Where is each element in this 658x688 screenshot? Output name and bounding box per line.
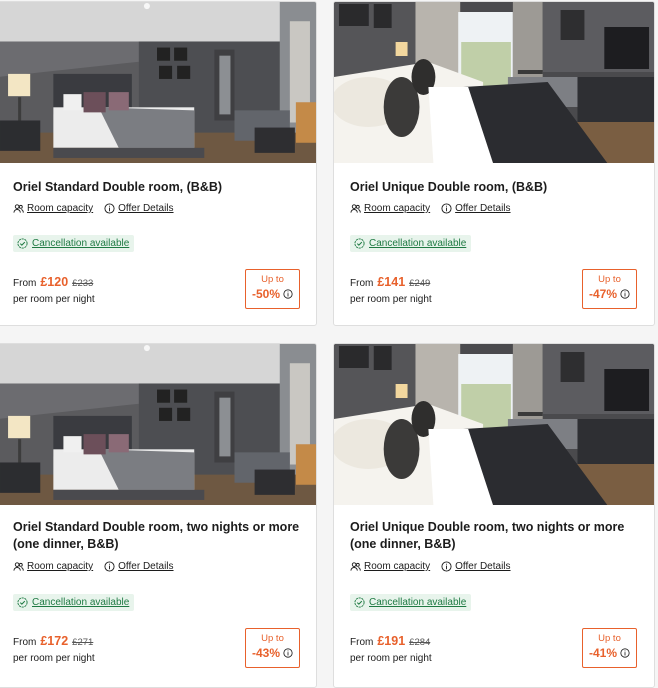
offer-details-link[interactable]: Offer Details	[104, 203, 174, 214]
discount-percentage: -43%	[246, 645, 299, 661]
room-links: Room capacity Offer Details	[350, 203, 522, 214]
cancellation-badge[interactable]: Cancellation available	[13, 235, 135, 252]
original-price: £284	[409, 637, 431, 648]
price-row: From £141 £249	[350, 275, 430, 289]
cancellation-badge[interactable]: Cancellation available	[350, 594, 472, 611]
cancellation-label: Cancellation available	[32, 597, 130, 608]
discount-value: -43%	[251, 646, 280, 660]
room-title[interactable]: Oriel Standard Double room, two nights o…	[13, 519, 306, 553]
offer-details-link[interactable]: Offer Details	[441, 203, 511, 214]
room-card[interactable]: Oriel Standard Double room, two nights o…	[0, 343, 317, 688]
room-capacity-link[interactable]: Room capacity	[350, 203, 430, 214]
info-icon	[104, 203, 115, 214]
people-icon	[350, 561, 361, 572]
info-icon[interactable]	[620, 289, 630, 299]
up-to-label: Up to	[261, 274, 284, 285]
cancellation-badge[interactable]: Cancellation available	[13, 594, 135, 611]
original-price: £271	[72, 637, 94, 648]
original-price: £249	[409, 278, 431, 289]
up-to-label: Up to	[598, 633, 621, 644]
per-room-label: per room per night	[350, 653, 432, 664]
from-label: From	[350, 278, 374, 289]
room-links: Room capacity Offer Details	[13, 203, 185, 214]
discount-percentage: -50%	[246, 286, 299, 302]
price-row: From £172 £271	[13, 634, 93, 648]
up-to-label: Up to	[598, 274, 621, 285]
price-row: From £120 £233	[13, 275, 93, 289]
current-price: £172	[40, 634, 69, 648]
room-title[interactable]: Oriel Unique Double room, (B&B)	[350, 179, 644, 196]
room-title[interactable]: Oriel Standard Double room, (B&B)	[13, 179, 306, 196]
room-capacity-label: Room capacity	[364, 561, 431, 572]
current-price: £120	[40, 275, 69, 289]
price-row: From £191 £284	[350, 634, 430, 648]
from-label: From	[350, 637, 374, 648]
cancellation-badge[interactable]: Cancellation available	[350, 235, 472, 252]
room-card[interactable]: Oriel Unique Double room, two nights or …	[333, 343, 655, 688]
room-capacity-link[interactable]: Room capacity	[13, 561, 93, 572]
from-label: From	[13, 278, 37, 289]
discount-percentage: -41%	[583, 645, 636, 661]
offer-details-label: Offer Details	[118, 561, 174, 572]
standard-room-photo[interactable]	[0, 2, 316, 163]
per-room-label: per room per night	[13, 294, 95, 305]
offer-details-link[interactable]: Offer Details	[104, 561, 174, 572]
people-icon	[13, 561, 24, 572]
room-capacity-label: Room capacity	[27, 561, 94, 572]
check-shield-icon	[17, 238, 28, 249]
from-label: From	[13, 637, 37, 648]
offer-details-link[interactable]: Offer Details	[441, 561, 511, 572]
discount-percentage: -47%	[583, 286, 636, 302]
offer-details-label: Offer Details	[455, 203, 511, 214]
standard-room-photo[interactable]	[0, 344, 316, 505]
discount-value: -41%	[588, 646, 617, 660]
cancellation-label: Cancellation available	[369, 238, 467, 249]
info-icon	[441, 561, 452, 572]
room-capacity-link[interactable]: Room capacity	[350, 561, 430, 572]
room-title[interactable]: Oriel Unique Double room, two nights or …	[350, 519, 644, 553]
offer-details-label: Offer Details	[118, 203, 174, 214]
discount-badge[interactable]: Up to -41%	[582, 628, 637, 668]
up-to-label: Up to	[261, 633, 284, 644]
info-icon	[104, 561, 115, 572]
unique-room-photo[interactable]	[334, 344, 654, 505]
original-price: £233	[72, 278, 94, 289]
room-capacity-link[interactable]: Room capacity	[13, 203, 93, 214]
people-icon	[13, 203, 24, 214]
room-offer-grid: Oriel Standard Double room, (B&B) Room c…	[0, 0, 658, 688]
check-shield-icon	[354, 238, 365, 249]
unique-room-photo[interactable]	[334, 2, 654, 163]
room-links: Room capacity Offer Details	[350, 561, 522, 572]
cancellation-label: Cancellation available	[32, 238, 130, 249]
offer-details-label: Offer Details	[455, 561, 511, 572]
current-price: £191	[377, 634, 406, 648]
info-icon[interactable]	[620, 648, 630, 658]
cancellation-label: Cancellation available	[369, 597, 467, 608]
discount-badge[interactable]: Up to -43%	[245, 628, 300, 668]
room-card[interactable]: Oriel Unique Double room, (B&B) Room cap…	[333, 1, 655, 326]
per-room-label: per room per night	[13, 653, 95, 664]
check-shield-icon	[354, 597, 365, 608]
people-icon	[350, 203, 361, 214]
room-capacity-label: Room capacity	[364, 203, 431, 214]
room-links: Room capacity Offer Details	[13, 561, 185, 572]
room-capacity-label: Room capacity	[27, 203, 94, 214]
discount-value: -50%	[251, 287, 280, 301]
discount-badge[interactable]: Up to -47%	[582, 269, 637, 309]
per-room-label: per room per night	[350, 294, 432, 305]
discount-badge[interactable]: Up to -50%	[245, 269, 300, 309]
current-price: £141	[377, 275, 406, 289]
info-icon[interactable]	[283, 289, 293, 299]
check-shield-icon	[17, 597, 28, 608]
room-card[interactable]: Oriel Standard Double room, (B&B) Room c…	[0, 1, 317, 326]
discount-value: -47%	[588, 287, 617, 301]
info-icon[interactable]	[283, 648, 293, 658]
info-icon	[441, 203, 452, 214]
